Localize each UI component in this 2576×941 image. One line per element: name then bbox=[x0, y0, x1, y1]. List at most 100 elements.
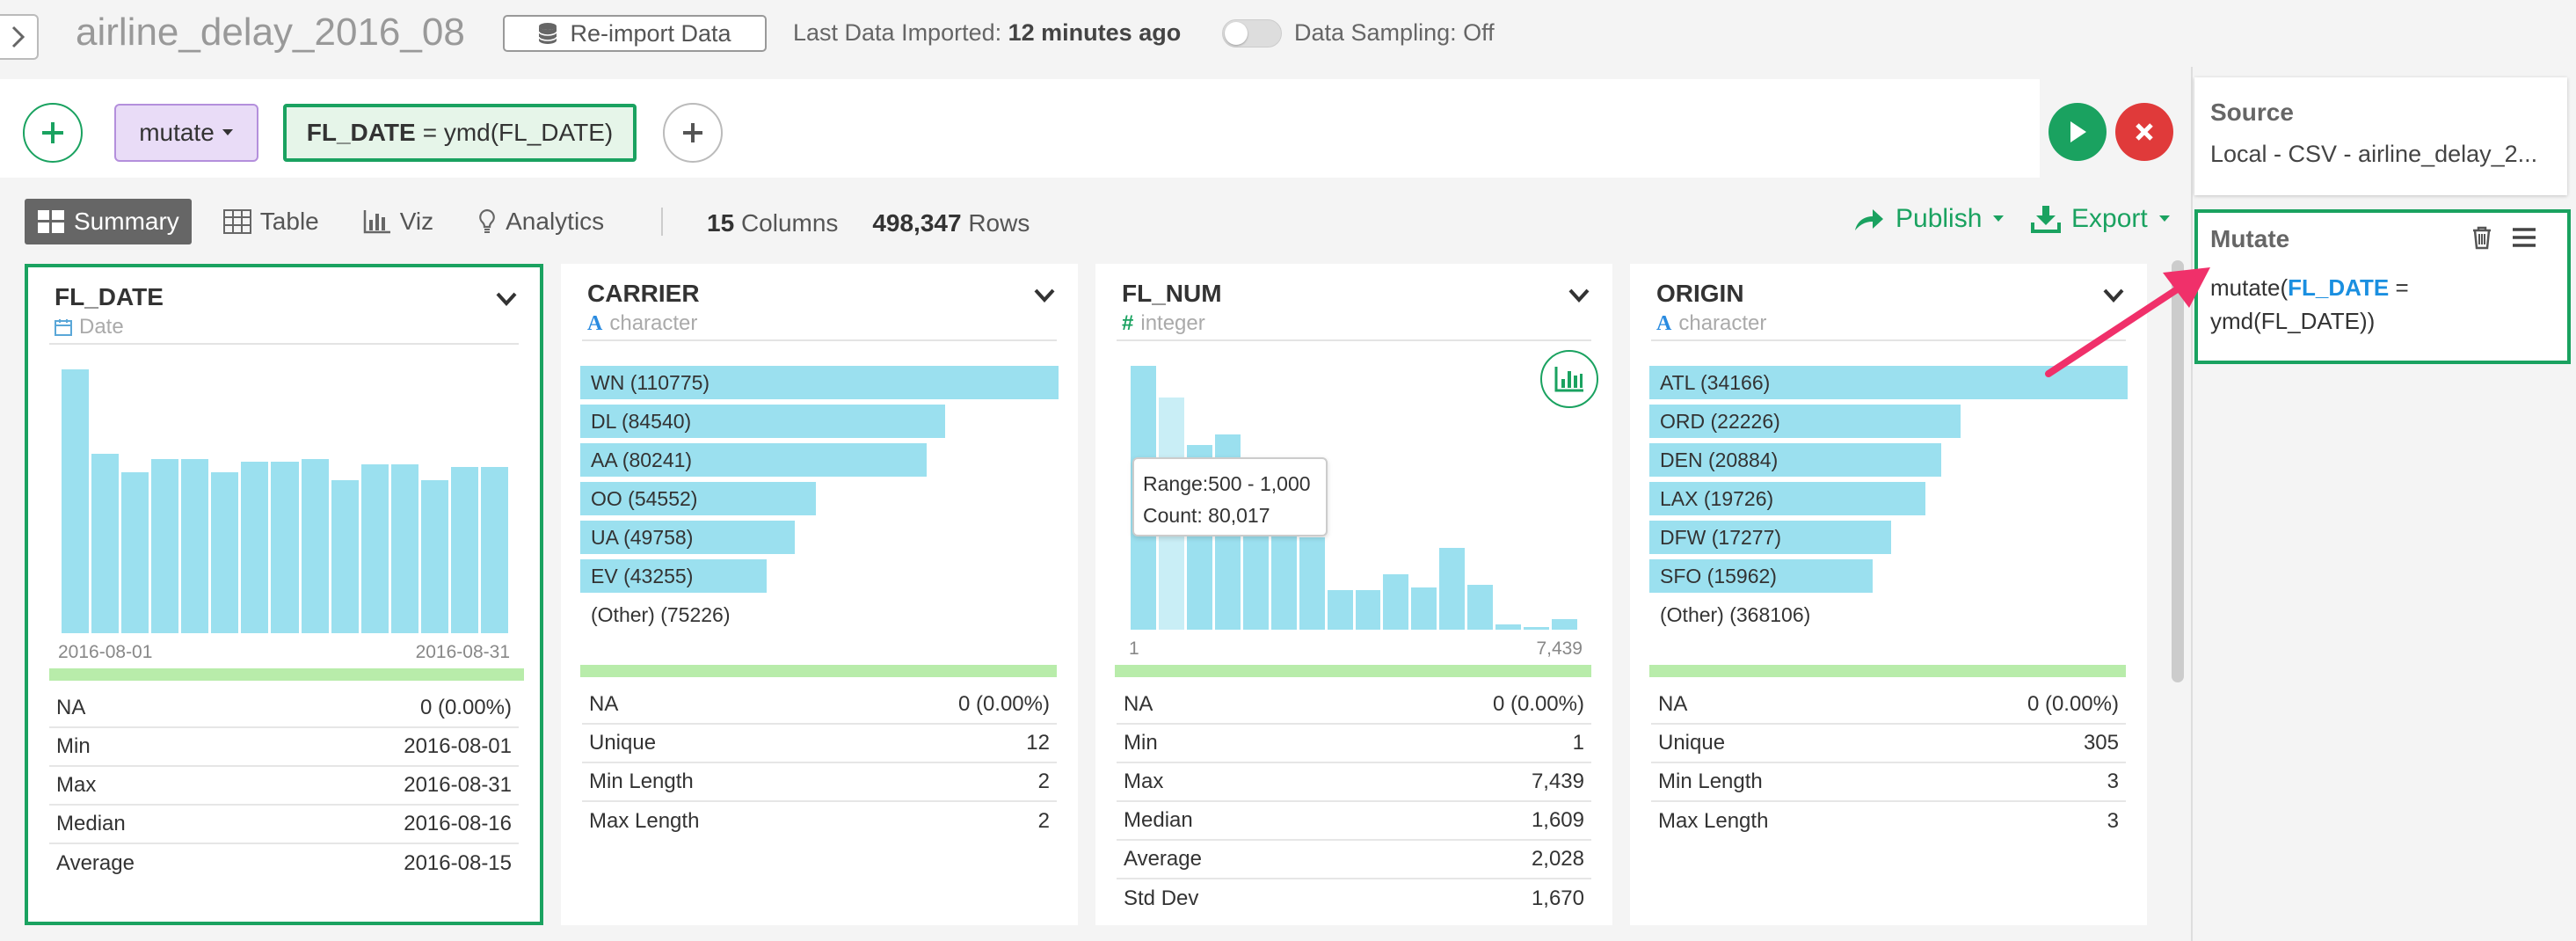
tab-analytics[interactable]: Analytics bbox=[465, 199, 616, 244]
top-value-bar[interactable]: ORD (22226) bbox=[1649, 405, 1961, 438]
stat-row: Median 1,609 bbox=[1117, 802, 1591, 841]
expand-sidebar-button[interactable] bbox=[0, 14, 39, 60]
histogram-bar[interactable] bbox=[62, 369, 90, 633]
histogram-bar[interactable] bbox=[390, 464, 418, 633]
stat-value: 2 bbox=[1037, 770, 1050, 793]
stat-row: Unique 305 bbox=[1651, 725, 2126, 763]
add-argument-button[interactable] bbox=[663, 103, 723, 163]
column-card-carrier[interactable]: CARRIER A character WN (110775) DL (84540… bbox=[561, 264, 1078, 925]
add-command-button[interactable] bbox=[23, 103, 83, 163]
top-value-bar[interactable]: DEN (20884) bbox=[1649, 443, 1942, 477]
trash-icon[interactable] bbox=[2470, 225, 2493, 250]
source-step[interactable] bbox=[2194, 77, 2567, 195]
stat-value: 2016-08-15 bbox=[404, 851, 512, 875]
stat-label: NA bbox=[589, 692, 619, 716]
histogram-bar[interactable] bbox=[91, 454, 120, 633]
histogram-bar[interactable] bbox=[1327, 590, 1353, 630]
axis-min-label: 1 bbox=[1129, 638, 1139, 659]
view-tabs: Summary Table Viz Analytics bbox=[25, 199, 636, 244]
tooltip-range-label: Range: bbox=[1143, 472, 1209, 495]
formula-token[interactable]: FL_DATE = ymd(FL_DATE) bbox=[283, 104, 637, 162]
histogram-bar[interactable] bbox=[181, 459, 209, 633]
tab-table[interactable]: Table bbox=[211, 199, 331, 244]
stat-value: 2 bbox=[1037, 809, 1050, 833]
histogram-bar[interactable] bbox=[1439, 548, 1466, 630]
histogram-bar[interactable] bbox=[450, 467, 478, 633]
stat-row: NA 0 (0.00%) bbox=[582, 686, 1057, 725]
tab-summary[interactable]: Summary bbox=[25, 199, 192, 244]
histogram-bar[interactable] bbox=[271, 462, 299, 633]
top-value-bar[interactable]: DFW (17277) bbox=[1649, 521, 1892, 554]
export-button[interactable]: Export bbox=[2031, 204, 2171, 234]
axis-min-label: 2016-08-01 bbox=[58, 642, 153, 662]
table-icon bbox=[222, 209, 251, 234]
publish-button[interactable]: Publish bbox=[1853, 204, 2005, 234]
command-verb-dropdown[interactable]: mutate bbox=[114, 104, 258, 162]
column-card-fl-date[interactable]: FL_DATE Date 2016-08-01 2016-08-31 NA 0 (… bbox=[25, 264, 543, 925]
mutate-step-code: mutate(FL_DATE = ymd(FL_DATE)) bbox=[2210, 271, 2527, 338]
run-button[interactable] bbox=[2048, 103, 2107, 161]
column-header: CARRIER A character bbox=[587, 280, 700, 336]
top-value-bar[interactable]: SFO (15962) bbox=[1649, 559, 1874, 593]
header-divider bbox=[1117, 339, 1591, 341]
source-step-description: Local - CSV - airline_delay_2... bbox=[2210, 141, 2538, 167]
histogram-bar[interactable] bbox=[1355, 590, 1381, 630]
chevron-down-icon[interactable] bbox=[1034, 288, 1055, 303]
column-name: ORIGIN bbox=[1656, 280, 1744, 307]
top-value-bar[interactable]: UA (49758) bbox=[580, 521, 796, 554]
top-value-bar[interactable]: WN (110775) bbox=[580, 366, 1059, 399]
top-value-bar[interactable]: EV (43255) bbox=[580, 559, 768, 593]
formula-column: FL_DATE bbox=[306, 119, 416, 146]
menu-icon[interactable] bbox=[2511, 227, 2537, 248]
reimport-button[interactable]: Re-import Data bbox=[503, 15, 767, 52]
histogram-bar[interactable] bbox=[480, 467, 508, 633]
column-header: FL_NUM # integer bbox=[1122, 280, 1222, 336]
calendar-icon bbox=[55, 319, 72, 336]
histogram bbox=[62, 369, 508, 633]
top-value-bar[interactable]: AA (80241) bbox=[580, 443, 927, 477]
histogram-bar[interactable] bbox=[1467, 585, 1494, 630]
histogram-bar[interactable] bbox=[1383, 574, 1409, 630]
stat-label: NA bbox=[56, 696, 86, 719]
top-value-bar[interactable]: LAX (19726) bbox=[1649, 482, 1925, 515]
last-imported-value: 12 minutes ago bbox=[1008, 19, 1182, 46]
top-value-bar[interactable]: OO (54552) bbox=[580, 482, 816, 515]
histogram-bar[interactable] bbox=[420, 480, 448, 633]
chevron-down-icon[interactable] bbox=[1568, 288, 1590, 303]
histogram-bar[interactable] bbox=[1299, 537, 1325, 630]
column-type-label: integer bbox=[1140, 311, 1205, 335]
cancel-button[interactable] bbox=[2115, 103, 2173, 161]
stats-table: NA 0 (0.00%) Min 1 Max 7,439 Median 1,609 Averag… bbox=[1117, 686, 1591, 918]
sampling-toggle[interactable] bbox=[1222, 19, 1282, 47]
publish-label: Publish bbox=[1896, 204, 1983, 233]
histogram-bar[interactable] bbox=[1495, 624, 1522, 630]
tab-table-label: Table bbox=[259, 208, 319, 235]
column-type: A character bbox=[587, 311, 700, 336]
open-viz-button[interactable] bbox=[1540, 350, 1598, 408]
histogram-bar[interactable] bbox=[360, 464, 389, 633]
stat-label: Unique bbox=[589, 731, 657, 755]
stats-table: NA 0 (0.00%) Min 2016-08-01 Max 2016-08-31 Med… bbox=[49, 689, 519, 883]
histogram-bar[interactable] bbox=[331, 480, 359, 633]
histogram-bar[interactable] bbox=[1524, 627, 1550, 630]
histogram-bar[interactable] bbox=[211, 472, 239, 633]
formula-expression: = ymd(FL_DATE) bbox=[422, 119, 614, 146]
column-card-fl-num[interactable]: FL_NUM # integer 1 7,439 NA 0 (0.00%) Min 1… bbox=[1095, 264, 1612, 925]
source-step-title: Source bbox=[2210, 98, 2294, 126]
project-title: airline_delay_2016_08 bbox=[76, 11, 465, 54]
chevron-down-icon[interactable] bbox=[496, 292, 517, 306]
caret-down-icon bbox=[222, 129, 233, 135]
histogram-bar[interactable] bbox=[151, 459, 179, 633]
histogram-bar[interactable] bbox=[1411, 587, 1437, 630]
histogram-bar[interactable] bbox=[121, 472, 149, 633]
na-ratio-bar bbox=[1649, 665, 2126, 677]
histogram-bar[interactable] bbox=[301, 459, 329, 633]
stat-value: 305 bbox=[2083, 731, 2119, 755]
command-verb-label: mutate bbox=[139, 119, 215, 146]
tab-viz[interactable]: Viz bbox=[351, 199, 446, 244]
tooltip-count-value: 80,017 bbox=[1208, 504, 1270, 527]
top-value-bar[interactable]: DL (84540) bbox=[580, 405, 946, 438]
histogram-bar[interactable] bbox=[241, 462, 269, 633]
histogram-bar[interactable] bbox=[1552, 619, 1577, 630]
axis-max-label: 2016-08-31 bbox=[415, 642, 510, 662]
